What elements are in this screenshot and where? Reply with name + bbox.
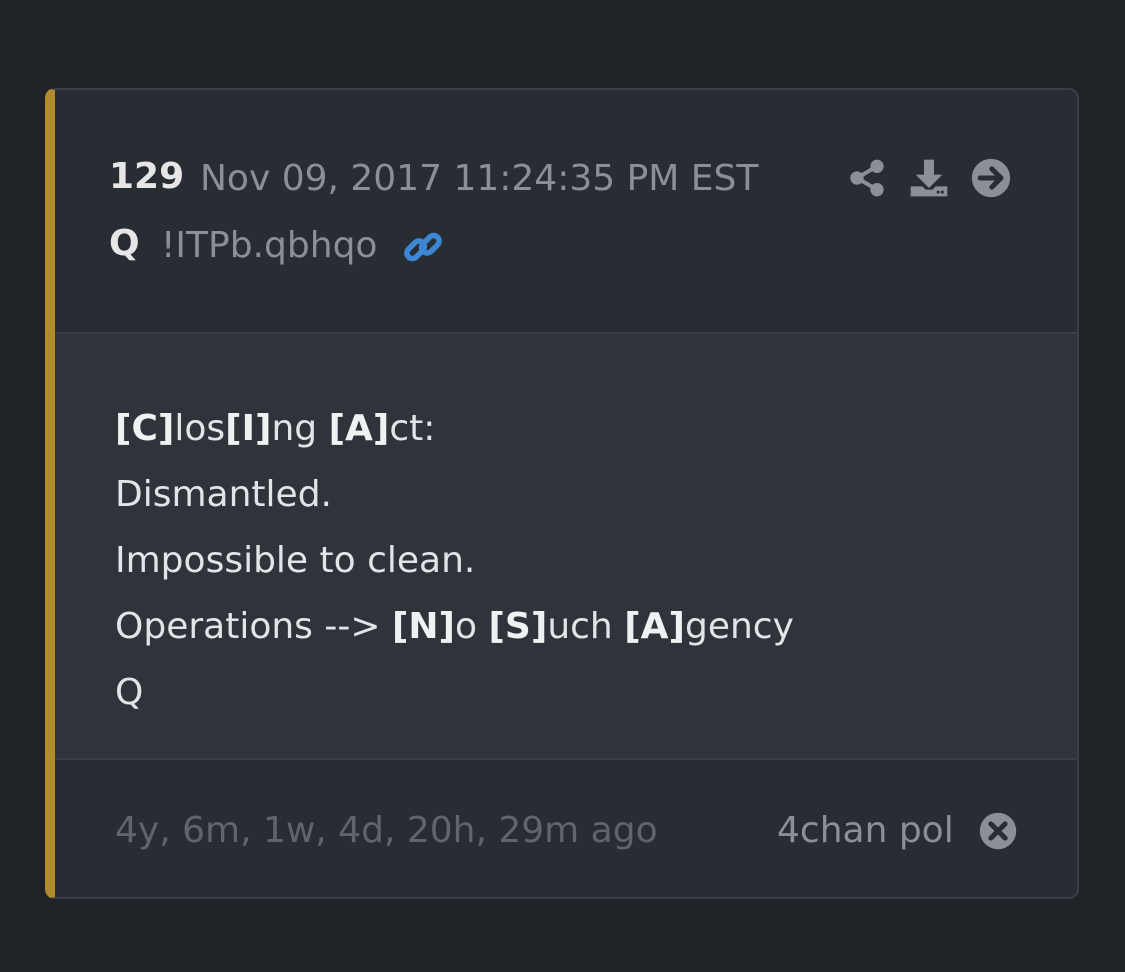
body-bold-run: [A] bbox=[624, 606, 685, 647]
body-text-run: Q bbox=[115, 672, 144, 713]
post-number: 129 bbox=[109, 156, 185, 197]
post-tripcode: !ITPb.qbhqo bbox=[161, 225, 378, 266]
post-source: 4chan pol bbox=[777, 810, 954, 851]
post-body-line-1: [C]los[I]ng [A]ct: bbox=[115, 408, 435, 449]
post-body: [C]los[I]ng [A]ct: Dismantled. Impossibl… bbox=[55, 334, 1077, 760]
post-age: 4y, 6m, 1w, 4d, 20h, 29m ago bbox=[115, 810, 658, 851]
arrow-right-circle-icon[interactable] bbox=[971, 158, 1011, 198]
body-text-run: uch bbox=[547, 606, 625, 647]
body-text-run: gency bbox=[684, 606, 794, 647]
post-body-line-3: Impossible to clean. bbox=[115, 540, 475, 581]
post-date: Nov 09, 2017 11:24:35 PM EST bbox=[200, 158, 759, 199]
post-card: 129 Nov 09, 2017 11:24:35 PM EST Q !ITPb… bbox=[45, 88, 1079, 899]
post-footer: 4y, 6m, 1w, 4d, 20h, 29m ago 4chan pol bbox=[55, 760, 1077, 897]
post-body-line-4: Operations --> [N]o [S]uch [A]gency bbox=[115, 606, 794, 647]
body-text-run: los bbox=[174, 408, 226, 449]
body-text-run: Dismantled. bbox=[115, 474, 332, 515]
post-body-line-2: Dismantled. bbox=[115, 474, 332, 515]
body-bold-run: [S] bbox=[488, 606, 548, 647]
share-icon[interactable] bbox=[847, 158, 887, 198]
link-icon[interactable] bbox=[401, 225, 445, 269]
body-text-run: Impossible to clean. bbox=[115, 540, 476, 581]
body-bold-run: [I] bbox=[225, 408, 272, 449]
body-bold-run: [A] bbox=[328, 408, 390, 449]
body-text-run: Operations --> bbox=[115, 606, 392, 647]
body-bold-run: [N] bbox=[391, 606, 455, 647]
body-text-run: ng bbox=[271, 408, 329, 449]
body-text-run: o bbox=[455, 606, 489, 647]
post-header: 129 Nov 09, 2017 11:24:35 PM EST Q !ITPb… bbox=[55, 90, 1077, 334]
body-text-run: ct: bbox=[389, 408, 436, 449]
download-icon[interactable] bbox=[909, 158, 949, 198]
post-author: Q bbox=[109, 223, 140, 264]
body-bold-run: [C] bbox=[115, 408, 175, 449]
close-circle-icon[interactable] bbox=[979, 812, 1017, 850]
post-body-line-5: Q bbox=[115, 672, 143, 713]
